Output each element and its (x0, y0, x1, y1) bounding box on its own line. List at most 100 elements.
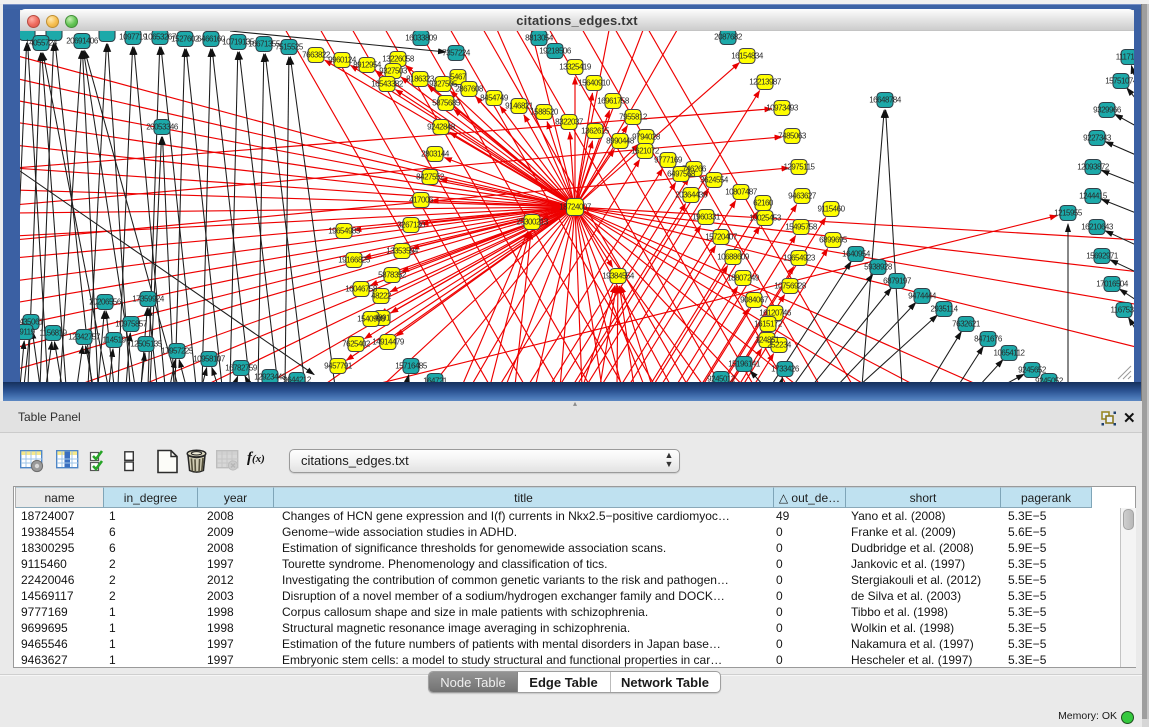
svg-text:12213987: 12213987 (749, 78, 782, 87)
svg-text:7485063: 7485063 (778, 132, 807, 141)
svg-text:7515525: 7515525 (275, 43, 304, 52)
svg-text:9327503: 9327503 (379, 67, 408, 76)
svg-text:164721: 164721 (423, 377, 448, 383)
svg-text:12093872: 12093872 (1077, 163, 1110, 172)
svg-text:2087682: 2087682 (714, 33, 743, 42)
svg-text:2935114: 2935114 (930, 305, 958, 314)
svg-text:3624554: 3624554 (700, 176, 729, 185)
svg-text:7357224: 7357224 (442, 49, 471, 58)
svg-text:9329966: 9329966 (1093, 106, 1122, 115)
svg-text:9245652: 9245652 (1018, 366, 1047, 375)
svg-text:10975857: 10975857 (115, 320, 148, 329)
svg-text:1733426: 1733426 (771, 365, 800, 374)
svg-text:10688609: 10688609 (717, 253, 750, 262)
svg-text:1621072: 1621072 (631, 147, 660, 156)
svg-text:15196141: 15196141 (728, 360, 761, 369)
svg-text:7632621: 7632621 (952, 320, 981, 329)
svg-text:9115460: 9115460 (817, 205, 845, 214)
svg-text:1167533: 1167533 (1110, 306, 1134, 315)
svg-text:10973493: 10973493 (766, 104, 799, 113)
svg-text:9084067: 9084067 (740, 296, 769, 305)
svg-text:19384554: 19384554 (602, 272, 635, 281)
svg-text:16210643: 16210643 (1081, 223, 1114, 232)
svg-text:5938928: 5938928 (864, 263, 893, 272)
svg-text:1117191: 1117191 (1116, 53, 1134, 62)
svg-text:6497568: 6497568 (667, 170, 696, 179)
svg-text:19654923: 19654923 (783, 254, 816, 263)
svg-text:2867608: 2867608 (455, 85, 484, 94)
svg-text:8990448: 8990448 (606, 137, 635, 146)
svg-text:20053346: 20053346 (146, 123, 179, 132)
svg-text:12975115: 12975115 (784, 163, 816, 172)
svg-text:10807487: 10807487 (725, 188, 758, 197)
svg-text:6879197: 6879197 (883, 277, 912, 286)
svg-text:8471676: 8471676 (974, 335, 1003, 344)
svg-text:18724007: 18724007 (559, 203, 592, 212)
svg-text:15716485: 15716485 (395, 362, 428, 371)
svg-text:6899695: 6899695 (819, 236, 848, 245)
svg-text:16961758: 16961758 (597, 97, 630, 106)
svg-text:15495758: 15495758 (785, 223, 818, 232)
svg-text:9474444: 9474444 (908, 292, 937, 301)
svg-text:114519: 114519 (102, 336, 126, 345)
svg-text:8813054: 8813054 (525, 34, 554, 43)
svg-text:1215955: 1215955 (1054, 209, 1083, 218)
svg-text:12505135: 12505135 (130, 340, 163, 349)
svg-text:13325419: 13325419 (559, 63, 592, 72)
svg-text:19218506: 19218506 (539, 47, 572, 56)
svg-text:7663822: 7663822 (302, 51, 331, 60)
svg-text:10958107: 10958107 (193, 355, 226, 364)
svg-text:3267130: 3267130 (397, 221, 426, 230)
svg-text:16648784: 16648784 (869, 96, 902, 105)
svg-text:9245052: 9245052 (1035, 377, 1064, 383)
svg-text:9242848: 9242848 (427, 123, 456, 132)
svg-text:18807249: 18807249 (727, 274, 760, 283)
svg-text:12923448: 12923448 (254, 373, 287, 382)
svg-text:16033809: 16033809 (405, 34, 438, 43)
svg-text:15692971: 15692971 (1086, 252, 1119, 261)
svg-text:17957225: 17957225 (161, 347, 194, 356)
svg-text:9457791: 9457791 (324, 362, 353, 371)
svg-text:9777169: 9777169 (654, 156, 683, 165)
svg-text:16154834: 16154834 (731, 52, 764, 61)
svg-text:1540998: 1540998 (357, 315, 386, 324)
svg-text:14914479: 14914479 (372, 338, 405, 347)
svg-text:7955812: 7955812 (619, 113, 648, 122)
svg-text:17016504: 17016504 (1096, 280, 1129, 289)
svg-text:8912954: 8912954 (353, 61, 382, 70)
svg-text:10025453: 10025453 (749, 214, 782, 223)
svg-text:16782759: 16782759 (225, 364, 258, 373)
svg-text:20364436: 20364436 (675, 191, 708, 200)
svg-text:1640954: 1640954 (842, 250, 871, 259)
svg-text:7625402: 7625402 (342, 340, 371, 349)
svg-text:9644212: 9644212 (283, 376, 312, 383)
svg-text:15640910: 15640910 (578, 79, 611, 88)
svg-text:5875685: 5875685 (432, 99, 461, 108)
svg-text:1588520: 1588520 (530, 108, 559, 117)
svg-text:14055724: 14055724 (25, 39, 58, 48)
svg-text:17359924: 17359924 (132, 295, 165, 304)
svg-text:1960331: 1960331 (692, 213, 721, 222)
svg-text:9245012: 9245012 (707, 375, 736, 383)
svg-text:252234: 252234 (767, 341, 792, 350)
svg-text:16543382: 16543382 (371, 80, 404, 89)
svg-text:19166825: 19166825 (338, 256, 371, 265)
svg-text:1244415: 1244415 (1079, 192, 1108, 201)
svg-text:9794028: 9794028 (632, 133, 661, 142)
svg-text:39119: 39119 (20, 328, 36, 337)
svg-text:5467: 5467 (450, 73, 467, 82)
svg-text:62160: 62160 (753, 199, 774, 208)
svg-text:2803144: 2803144 (421, 150, 450, 159)
svg-text:1615172: 1615172 (754, 320, 783, 329)
svg-text:13353594: 13353594 (386, 247, 419, 256)
svg-text:16046758: 16046758 (345, 285, 378, 294)
svg-text:12342757: 12342757 (68, 333, 101, 342)
svg-text:1156819: 1156819 (39, 329, 67, 338)
svg-text:15751074: 15751074 (1105, 77, 1134, 86)
svg-text:25300213: 25300213 (516, 218, 549, 227)
svg-text:5878352: 5878352 (378, 271, 407, 280)
svg-text:15720407: 15720407 (705, 233, 738, 242)
svg-text:19654983: 19654983 (328, 227, 361, 236)
svg-text:9463627: 9463627 (788, 192, 817, 201)
svg-text:9227343: 9227343 (1083, 134, 1112, 143)
